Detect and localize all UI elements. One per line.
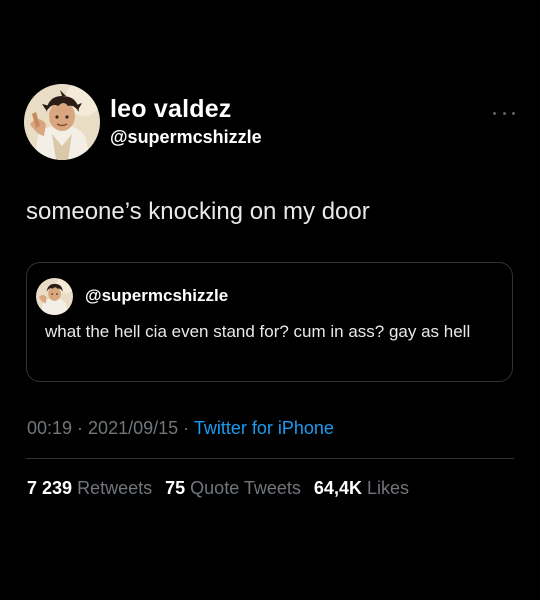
retweets-label: Retweets bbox=[77, 478, 153, 498]
retweets-count: 7 239 bbox=[27, 478, 73, 498]
likes-label: Likes bbox=[366, 478, 410, 498]
quote-tweets-count: 75 bbox=[165, 478, 186, 498]
quoted-avatar[interactable] bbox=[36, 278, 73, 315]
tweet: leo valdez @supermcshizzle someone’s kno… bbox=[0, 0, 540, 600]
quoted-avatar-image bbox=[36, 278, 73, 315]
more-dot bbox=[512, 111, 515, 115]
avatar-image bbox=[24, 84, 100, 160]
more-dot bbox=[502, 111, 506, 115]
avatar[interactable] bbox=[24, 84, 100, 160]
quoted-tweet-text: what the hell cia even stand for? cum in… bbox=[45, 322, 471, 341]
tweet-meta: 00:19 · 2021/09/15 · Twitter for iPhone bbox=[27, 416, 334, 440]
tweet-time[interactable]: 00:19 bbox=[27, 418, 72, 438]
quoted-tweet-card[interactable]: @supermcshizzle what the hell cia even s… bbox=[26, 262, 513, 382]
quoted-user-handle[interactable]: @supermcshizzle bbox=[85, 286, 228, 306]
likes-stat[interactable]: 64,4K Likes bbox=[314, 478, 409, 498]
display-name[interactable]: leo valdez bbox=[110, 95, 232, 123]
tweet-date[interactable]: 2021/09/15 bbox=[88, 418, 178, 438]
tweet-stats: 7 239 Retweets 75 Quote Tweets 64,4K Lik… bbox=[27, 476, 417, 500]
tweet-source-link[interactable]: Twitter for iPhone bbox=[194, 418, 334, 438]
meta-separator: · bbox=[72, 418, 89, 438]
likes-count: 64,4K bbox=[313, 478, 362, 498]
meta-separator: · bbox=[178, 418, 194, 438]
tweet-text: someone’s knocking on my door bbox=[26, 198, 370, 225]
quote-tweets-stat[interactable]: 75 Quote Tweets bbox=[165, 478, 301, 498]
more-dot bbox=[493, 111, 496, 115]
divider bbox=[26, 458, 514, 459]
user-handle[interactable]: @supermcshizzle bbox=[110, 126, 262, 148]
more-horizontal-icon[interactable] bbox=[493, 108, 515, 118]
retweets-stat[interactable]: 7 239 Retweets bbox=[27, 478, 152, 498]
quote-tweets-label: Quote Tweets bbox=[190, 478, 301, 498]
